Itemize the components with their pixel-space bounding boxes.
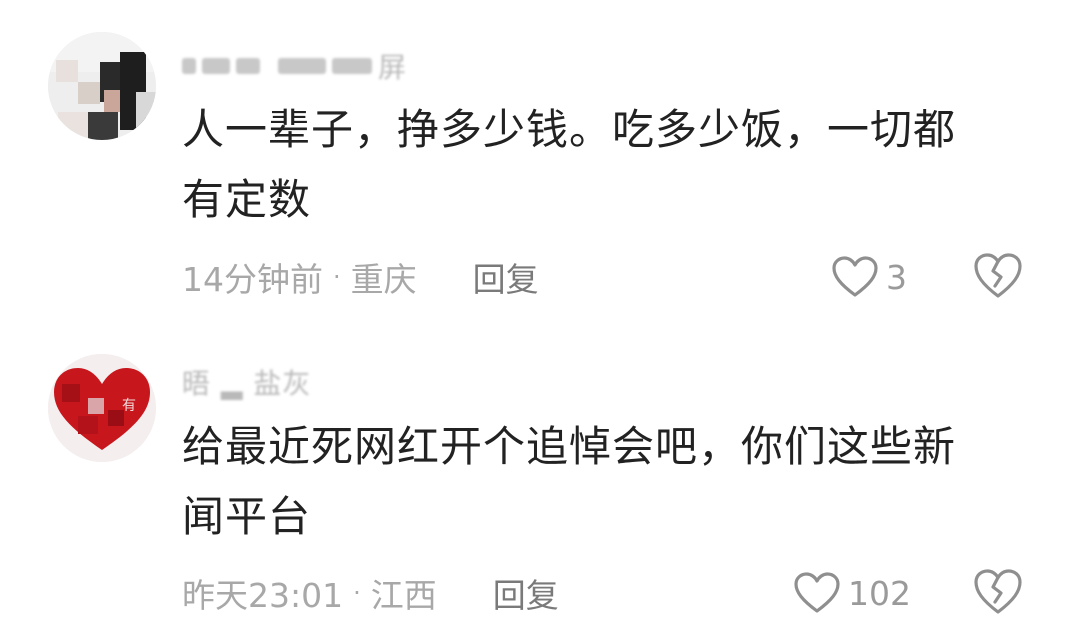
meta-separator: ·: [353, 579, 361, 607]
like-button[interactable]: 102: [794, 568, 911, 618]
username-blur: [236, 58, 260, 74]
username-blur: [182, 58, 196, 74]
reply-button[interactable]: 回复: [493, 569, 559, 617]
broken-heart-icon[interactable]: [974, 568, 1022, 616]
comment-text-line: 闻平台: [182, 492, 312, 541]
avatar[interactable]: 有: [48, 354, 156, 462]
avatar[interactable]: [48, 32, 156, 140]
username[interactable]: 屏: [182, 48, 407, 84]
heart-outline-icon: [794, 572, 840, 613]
avatar-image: 有: [48, 354, 156, 462]
like-count: 102: [848, 573, 911, 613]
like-count: 3: [886, 257, 907, 297]
heart-outline-icon: [832, 256, 878, 297]
username-blur: [278, 58, 326, 74]
comment-time: 昨天23:01: [182, 576, 344, 615]
username[interactable]: 晤 ▂ 盐灰: [182, 364, 311, 400]
comment-time: 14分钟前: [182, 260, 323, 299]
avatar-image: [48, 32, 156, 140]
comment-item: 有 晤 ▂ 盐灰 给最近死网红开个追悼会吧，你们这些新 闻平台 昨天23:01 …: [0, 320, 1080, 620]
username-blur: [202, 58, 230, 74]
comment-item: 屏 人一辈子，挣多少钱。吃多少饭，一切都 有定数 14分钟前 · 重庆 回复 3: [0, 0, 1080, 320]
comment-text: 人一辈子，挣多少钱。吃多少饭，一切都 有定数: [182, 95, 1022, 235]
reply-button[interactable]: 回复: [473, 253, 539, 301]
comment-text: 给最近死网红开个追悼会吧，你们这些新 闻平台: [182, 412, 1022, 552]
comment-meta: 昨天23:01 · 江西 回复: [182, 568, 559, 618]
comment-text-line: 给最近死网红开个追悼会吧，你们这些新: [182, 422, 957, 471]
comment-text-line: 人一辈子，挣多少钱。吃多少饭，一切都: [182, 105, 957, 154]
meta-separator: ·: [333, 263, 341, 291]
comment-location: 重庆: [350, 260, 417, 299]
comment-meta: 14分钟前 · 重庆 回复: [182, 252, 539, 302]
like-button[interactable]: 3: [832, 252, 907, 302]
comment-location: 江西: [370, 576, 437, 615]
comment-text-line: 有定数: [182, 175, 312, 224]
username-blur: [332, 58, 372, 74]
username-text: 晤 ▂ 盐灰: [182, 367, 312, 400]
svg-text:有: 有: [122, 398, 136, 414]
broken-heart-icon[interactable]: [974, 252, 1022, 300]
username-text: 屏: [378, 51, 408, 84]
